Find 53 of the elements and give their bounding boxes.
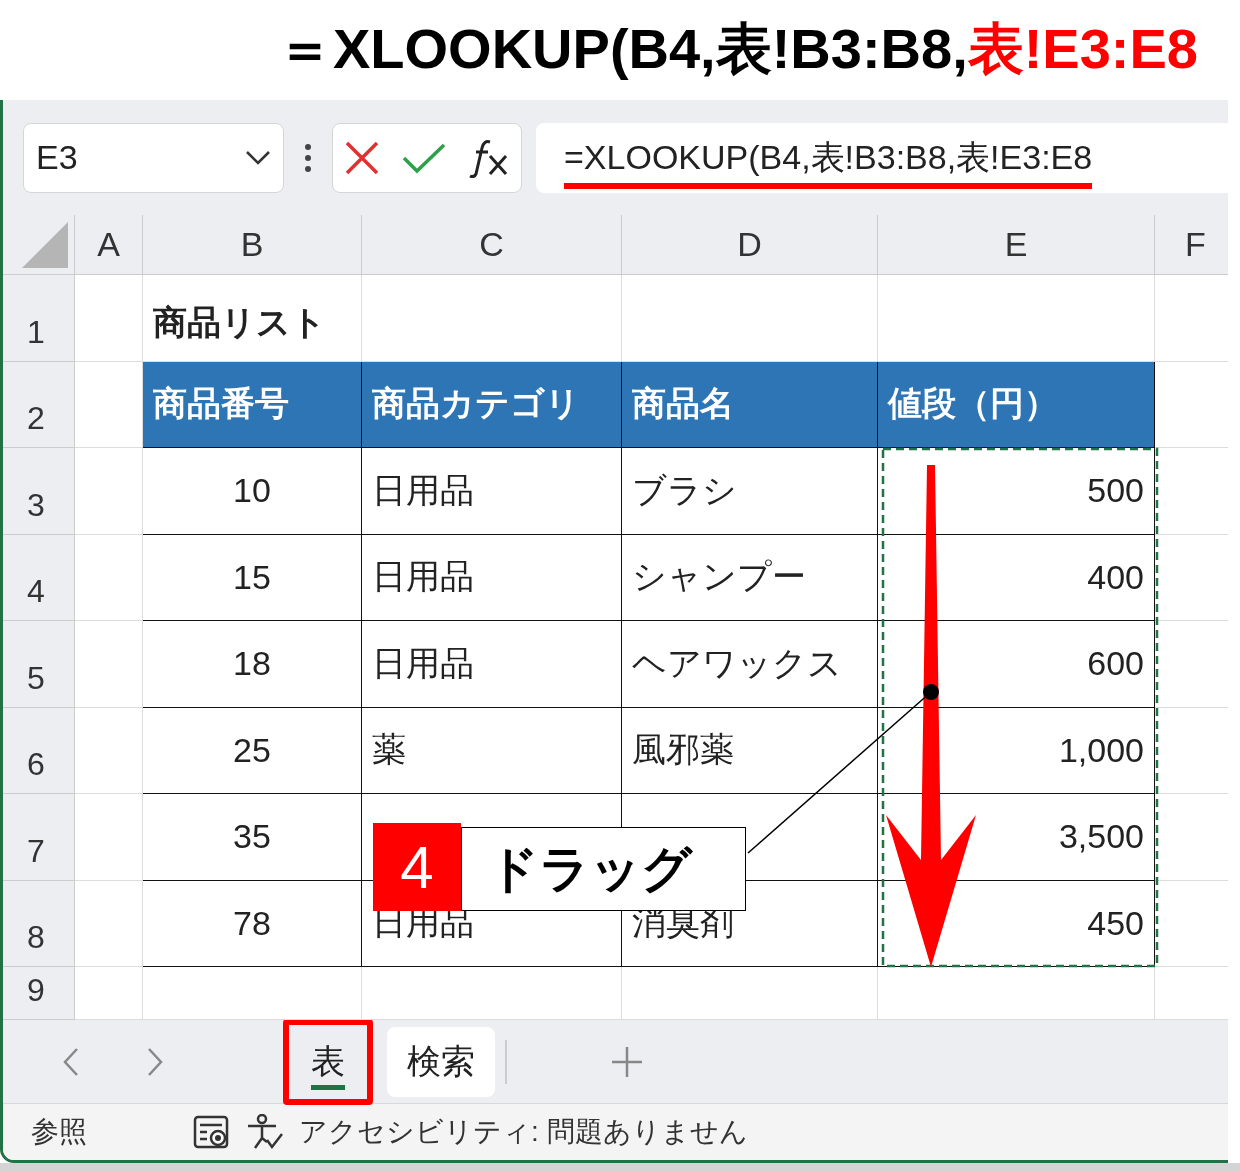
sheet-tab[interactable]: 検索 <box>387 1026 495 1097</box>
name-box[interactable]: E3 <box>23 122 284 193</box>
chevron-down-icon <box>245 149 271 166</box>
column-header[interactable]: C <box>362 215 622 275</box>
row-header[interactable]: 3 <box>3 448 75 535</box>
table-cell: ヘアワックス <box>622 621 878 708</box>
column-header[interactable]: A <box>75 215 143 275</box>
row-header[interactable]: 7 <box>3 794 75 881</box>
table-cell: 薬 <box>362 707 622 794</box>
column-header[interactable]: D <box>622 215 878 275</box>
table-cell: 25 <box>143 707 362 794</box>
row-header[interactable]: 9 <box>3 967 75 1020</box>
table-cell: 18 <box>143 621 362 708</box>
table-cell: 78 <box>143 880 362 967</box>
more-options-icon[interactable] <box>304 142 312 173</box>
previous-sheet-icon[interactable] <box>61 1046 81 1077</box>
table-cell: 風邪薬 <box>622 707 878 794</box>
table-header-cell: 値段（円） <box>878 361 1155 448</box>
cancel-icon[interactable] <box>344 139 380 176</box>
column-header[interactable]: E <box>878 215 1155 275</box>
formula-headline: ＝XLOOKUP(B4,表!B3:B8,表!E3:E8 <box>275 16 1199 82</box>
table-cell: 日用品 <box>362 534 622 621</box>
table-cell: シャンプー <box>622 534 878 621</box>
accessibility-status[interactable]: アクセシビリティ: 問題ありません <box>299 1113 748 1151</box>
display-settings-icon[interactable] <box>193 1115 231 1149</box>
formula-input[interactable]: =XLOOKUP(B4,表!B3:B8,表!E3:E8 <box>536 122 1228 193</box>
callout-label: ドラッグ <box>461 827 746 911</box>
row-header[interactable]: 5 <box>3 621 75 708</box>
row-header[interactable]: 6 <box>3 707 75 794</box>
table-cell: 10 <box>143 448 362 535</box>
table-header-cell: 商品名 <box>622 361 878 448</box>
table-title: 商品リスト <box>143 275 362 362</box>
table-header-cell: 商品カテゴリ <box>362 361 622 448</box>
accessibility-icon[interactable] <box>245 1114 285 1150</box>
add-sheet-icon[interactable] <box>611 1045 643 1078</box>
column-header[interactable]: F <box>1155 215 1228 275</box>
function-icon[interactable] <box>468 137 510 178</box>
table-header-cell: 商品番号 <box>143 361 362 448</box>
table-cell: 日用品 <box>362 448 622 535</box>
check-icon[interactable] <box>402 141 446 174</box>
row-header[interactable]: 8 <box>3 880 75 967</box>
step-number-badge: 4 <box>373 823 461 911</box>
status-mode: 参照 <box>31 1115 87 1149</box>
table-cell: 15 <box>143 534 362 621</box>
anchor-dot <box>923 684 939 700</box>
next-sheet-icon[interactable] <box>145 1046 165 1077</box>
row-header[interactable]: 2 <box>3 361 75 448</box>
table-cell: 35 <box>143 794 362 881</box>
table-cell: 日用品 <box>362 621 622 708</box>
column-header[interactable]: B <box>143 215 362 275</box>
row-header[interactable]: 1 <box>3 275 75 362</box>
table-cell: ブラシ <box>622 448 878 535</box>
row-header[interactable]: 4 <box>3 534 75 621</box>
